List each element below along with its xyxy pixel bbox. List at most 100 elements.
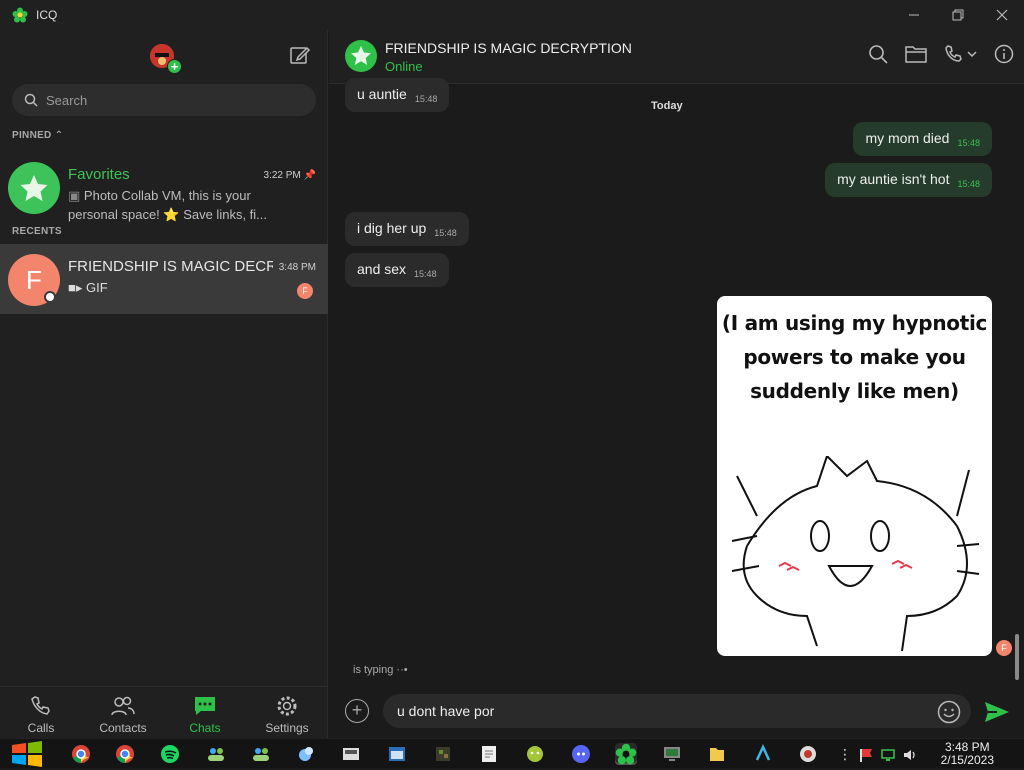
minimize-button[interactable] (892, 0, 936, 30)
nav-contacts-label: Contacts (99, 721, 147, 735)
flag-icon[interactable] (858, 747, 874, 763)
favorites-avatar (8, 162, 60, 214)
system-tray: ⋮ (838, 746, 918, 763)
taskbar-spotify-icon[interactable] (159, 743, 181, 765)
taskbar-chrome-icon[interactable] (114, 743, 136, 765)
message-bubble[interactable]: my mom died 15:48 (853, 122, 992, 156)
message-bubble[interactable]: i dig her up 15:48 (345, 212, 469, 246)
nav-calls[interactable]: Calls (0, 687, 82, 738)
chat-item-friendship-is-magic[interactable]: F FRIENDSHIP IS MAGIC DECRY... 3:48 PM ■… (0, 244, 328, 314)
chat-name: FRIENDSHIP IS MAGIC DECRY... (68, 258, 273, 275)
overflow-menu-icon[interactable]: ⋮ (838, 746, 852, 763)
attach-button[interactable]: + (345, 699, 369, 723)
app-title: ICQ (36, 8, 58, 22)
taskbar-android-icon[interactable] (524, 743, 546, 765)
message-field[interactable] (383, 694, 971, 728)
message-input[interactable] (397, 703, 917, 719)
typing-text: is typing (353, 664, 394, 676)
taskbar-window-icon[interactable] (386, 743, 408, 765)
date-divider: Today (651, 100, 683, 112)
message-bubble[interactable]: and sex 15:48 (345, 253, 449, 287)
emoji-icon[interactable] (937, 700, 961, 724)
network-icon[interactable] (880, 747, 896, 763)
bottom-nav: Calls Contacts Chats Settings (0, 686, 328, 738)
message-time: 15:48 (957, 179, 980, 189)
volume-icon[interactable] (902, 747, 918, 763)
read-receipt-avatar: F (297, 283, 313, 299)
compose-icon[interactable] (289, 44, 311, 66)
search-icon[interactable] (868, 44, 888, 64)
close-button[interactable] (980, 0, 1024, 30)
message-bubble[interactable]: my auntie isn't hot 15:48 (825, 163, 992, 197)
nav-settings[interactable]: Settings (246, 687, 328, 738)
add-status-icon[interactable]: + (167, 59, 182, 74)
message-composer: + (329, 686, 1024, 738)
taskbar-app-icon[interactable] (797, 743, 819, 765)
close-icon (996, 9, 1008, 21)
cartoon-cat-image (731, 456, 980, 652)
restore-button[interactable] (936, 0, 980, 30)
taskbar-minecraft-icon[interactable] (432, 743, 454, 765)
chat-preview-text: Photo Collab VM, this is your personal s… (68, 188, 267, 222)
taskbar-editor-icon[interactable] (478, 743, 500, 765)
taskbar-users-icon[interactable] (205, 743, 227, 765)
message-text: i dig her up (357, 220, 427, 236)
chat-scrollbar[interactable] (1015, 634, 1019, 680)
search-input[interactable] (46, 92, 286, 108)
taskbar-clock[interactable]: 3:48 PM 2/15/2023 (941, 741, 994, 767)
call-dropdown-icon[interactable] (944, 44, 978, 64)
message-time: 15:48 (957, 138, 980, 148)
message-time: 15:48 (414, 94, 438, 104)
taskbar-app-icon[interactable] (752, 743, 774, 765)
chat-item-favorites[interactable]: Favorites 3:22 PM 📌 ▣ Photo Collab VM, t… (0, 152, 328, 222)
windows-start-icon[interactable] (10, 741, 44, 767)
message-text: my auntie isn't hot (837, 171, 950, 187)
chat-title[interactable]: FRIENDSHIP IS MAGIC DECRYPTION (385, 40, 632, 56)
nav-chats[interactable]: Chats (164, 687, 246, 738)
star-icon (351, 46, 371, 65)
chevron-up-icon: ⌃ (54, 130, 64, 141)
chat-name: Favorites (68, 166, 130, 183)
taskbar-monitor-icon[interactable] (661, 743, 683, 765)
chat-header-avatar[interactable] (345, 40, 377, 72)
pinned-section-label[interactable]: PINNED ⌃ (12, 130, 63, 141)
taskbar-icq-icon[interactable] (615, 743, 637, 765)
search-icon (24, 93, 38, 107)
taskbar-users-icon[interactable] (250, 743, 272, 765)
sidebar-header: + (0, 30, 327, 84)
search-box[interactable] (12, 84, 316, 116)
chat-time-text: 3:22 PM (263, 170, 301, 181)
photo-icon: ▣ (68, 188, 81, 203)
plus-icon: + (351, 700, 363, 720)
nav-contacts[interactable]: Contacts (82, 687, 164, 738)
message-text: my mom died (865, 130, 950, 146)
gif-message[interactable]: (I am using my hypnotic powers to make y… (717, 296, 992, 656)
info-icon[interactable] (994, 44, 1014, 64)
profile-avatar[interactable]: + (150, 44, 182, 74)
message-text: and sex (357, 261, 407, 277)
message-bubble[interactable]: u auntie 15:48 (345, 78, 450, 112)
sidebar: + PINNED ⌃ Favorites 3:22 PM 📌 ▣ Photo C… (0, 30, 328, 738)
nav-chats-label: Chats (189, 721, 221, 735)
chat-time: 3:22 PM 📌 (264, 170, 316, 181)
taskbar-app-icon[interactable] (295, 743, 317, 765)
typing-indicator: is typing ··• (353, 664, 408, 676)
icq-logo-icon (12, 7, 28, 23)
typing-dots-icon: ··• (396, 664, 408, 676)
nav-calls-label: Calls (27, 721, 55, 735)
message-time: 15:48 (414, 269, 437, 279)
taskbar-files-icon[interactable] (706, 743, 728, 765)
taskbar-app-icon[interactable] (340, 743, 362, 765)
read-receipt-avatar: F (996, 640, 1012, 656)
title-bar: ICQ (0, 0, 1024, 30)
send-icon[interactable] (984, 700, 1010, 724)
taskbar-chrome-icon[interactable] (70, 743, 92, 765)
taskbar-discord-icon[interactable] (570, 743, 592, 765)
gif-caption: (I am using my hypnotic powers to make y… (721, 311, 988, 403)
message-text: u auntie (357, 86, 407, 102)
gear-icon (277, 696, 297, 716)
nav-settings-label: Settings (265, 721, 309, 735)
video-icon: ■▸ (68, 280, 83, 295)
folder-icon[interactable] (904, 44, 928, 64)
recents-section-label: RECENTS (12, 226, 62, 237)
